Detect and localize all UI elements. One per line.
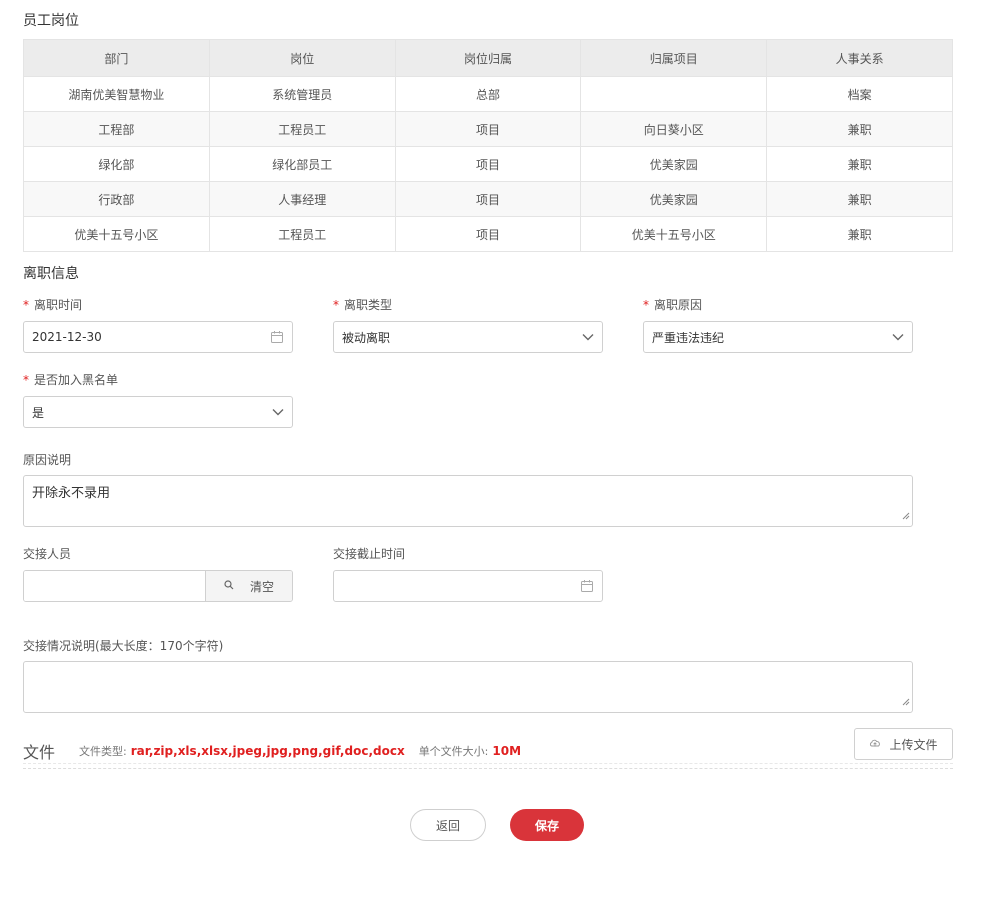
table-cell: 绿化部 bbox=[98, 157, 135, 172]
back-button[interactable]: 返回 bbox=[410, 809, 486, 841]
file-constraints: 文件类型: rar,zip,xls,xlsx,jpeg,jpg,png,gif,… bbox=[79, 743, 521, 759]
table-cell: 档案 bbox=[766, 77, 952, 111]
resign-type-value: 被动离职 bbox=[342, 330, 391, 345]
table-row: 绿化部 绿化部员工 项目 优美家园 兼职 bbox=[24, 146, 952, 181]
resign-reason-value: 严重违法违纪 bbox=[652, 330, 725, 345]
table-cell: 项目 bbox=[394, 217, 581, 251]
handover-person-picker: 清空 bbox=[23, 570, 293, 602]
table-cell: 工程员工 bbox=[208, 217, 395, 251]
handover-person-input[interactable] bbox=[24, 571, 205, 601]
table-cell: 兼职 bbox=[766, 147, 952, 181]
handover-person-label: 交接人员 bbox=[23, 547, 72, 561]
column-header: 岗位 bbox=[208, 40, 395, 76]
table-cell: 工程部 bbox=[98, 122, 135, 137]
blacklist-label: * 是否加入黑名单 bbox=[23, 371, 118, 388]
chevron-down-icon bbox=[892, 333, 904, 341]
table-cell: 优美十五号小区 bbox=[580, 217, 766, 251]
calendar-icon bbox=[580, 579, 594, 593]
table-cell: 优美家园 bbox=[580, 182, 766, 216]
table-cell: 湖南优美智慧物业 bbox=[68, 87, 165, 102]
table-cell: 兼职 bbox=[766, 112, 952, 146]
chevron-down-icon bbox=[582, 333, 594, 341]
table-cell: 工程员工 bbox=[208, 112, 395, 146]
blacklist-select[interactable]: 是 bbox=[23, 396, 293, 428]
save-button[interactable]: 保存 bbox=[510, 809, 584, 841]
column-header: 人事关系 bbox=[766, 40, 952, 76]
resign-section-title: 离职信息 bbox=[23, 266, 79, 282]
resign-date-label-text: 离职时间 bbox=[34, 298, 83, 312]
blacklist-value: 是 bbox=[32, 405, 45, 420]
file-types-value: rar,zip,xls,xlsx,jpeg,jpg,png,gif,doc,do… bbox=[130, 744, 405, 758]
handover-desc-textarea[interactable] bbox=[23, 661, 913, 713]
table-cell: 优美家园 bbox=[580, 147, 766, 181]
resign-reason-select[interactable]: 严重违法违纪 bbox=[643, 321, 913, 353]
table-cell: 兼职 bbox=[766, 217, 952, 251]
table-cell: 总部 bbox=[394, 77, 581, 111]
positions-section-title: 员工岗位 bbox=[23, 13, 79, 29]
blacklist-label-text: 是否加入黑名单 bbox=[34, 373, 119, 387]
cloud-upload-icon bbox=[869, 737, 881, 751]
upload-file-button[interactable]: 上传文件 bbox=[854, 728, 953, 760]
table-header-row: 部门 岗位 岗位归属 归属项目 人事关系 bbox=[24, 40, 952, 76]
resize-handle-icon[interactable] bbox=[902, 509, 910, 524]
file-divider bbox=[23, 763, 953, 764]
chevron-down-icon bbox=[272, 408, 284, 416]
handover-deadline-label: 交接截止时间 bbox=[333, 547, 406, 561]
table-cell: 兼职 bbox=[766, 182, 952, 216]
search-icon[interactable] bbox=[224, 579, 234, 593]
table-cell: 绿化部员工 bbox=[208, 147, 395, 181]
positions-table: 部门 岗位 岗位归属 归属项目 人事关系 湖南优美智慧物业 系统管理员 总部 档… bbox=[23, 39, 953, 252]
table-cell: 优美十五号小区 bbox=[74, 227, 159, 242]
search-clear-button[interactable]: 清空 bbox=[205, 571, 292, 601]
resign-type-select[interactable]: 被动离职 bbox=[333, 321, 603, 353]
table-row: 行政部 人事经理 项目 优美家园 兼职 bbox=[24, 181, 952, 216]
table-cell: 系统管理员 bbox=[208, 77, 395, 111]
resign-type-label: * 离职类型 bbox=[333, 296, 392, 313]
column-header: 部门 bbox=[104, 51, 129, 66]
file-size-value: 10M bbox=[492, 744, 522, 758]
resize-handle-icon[interactable] bbox=[902, 695, 910, 710]
reason-desc-label: 原因说明 bbox=[23, 453, 72, 467]
file-section-title: 文件 bbox=[23, 743, 56, 762]
table-cell bbox=[580, 77, 766, 111]
calendar-icon bbox=[270, 330, 284, 344]
reason-desc-textarea[interactable]: 开除永不录用 bbox=[23, 475, 913, 527]
table-row: 湖南优美智慧物业 系统管理员 总部 档案 bbox=[24, 76, 952, 111]
file-size-label: 单个文件大小: bbox=[418, 745, 489, 758]
file-types-label: 文件类型: bbox=[79, 745, 127, 758]
handover-desc-label: 交接情况说明(最大长度：170个字符) bbox=[23, 639, 224, 653]
required-mark: * bbox=[23, 297, 29, 312]
required-mark: * bbox=[643, 297, 649, 312]
table-cell: 人事经理 bbox=[208, 182, 395, 216]
resign-type-label-text: 离职类型 bbox=[344, 298, 393, 312]
table-cell: 项目 bbox=[394, 147, 581, 181]
required-mark: * bbox=[333, 297, 339, 312]
table-cell: 向日葵小区 bbox=[580, 112, 766, 146]
reason-desc-value: 开除永不录用 bbox=[32, 486, 111, 501]
resign-date-input[interactable]: 2021-12-30 bbox=[23, 321, 293, 353]
resign-reason-label-text: 离职原因 bbox=[654, 298, 703, 312]
table-row: 工程部 工程员工 项目 向日葵小区 兼职 bbox=[24, 111, 952, 146]
resign-date-label: * 离职时间 bbox=[23, 296, 82, 313]
table-row: 优美十五号小区 工程员工 项目 优美十五号小区 兼职 bbox=[24, 216, 952, 251]
table-cell: 项目 bbox=[394, 182, 581, 216]
column-header: 岗位归属 bbox=[394, 40, 581, 76]
table-cell: 项目 bbox=[394, 112, 581, 146]
table-cell: 行政部 bbox=[98, 192, 135, 207]
column-header: 归属项目 bbox=[580, 40, 766, 76]
handover-deadline-input[interactable] bbox=[333, 570, 603, 602]
clear-button-label[interactable]: 清空 bbox=[250, 578, 274, 595]
required-mark: * bbox=[23, 372, 29, 387]
resign-date-value: 2021-12-30 bbox=[32, 330, 102, 344]
resign-reason-label: * 离职原因 bbox=[643, 296, 702, 313]
upload-file-label: 上传文件 bbox=[889, 737, 938, 752]
